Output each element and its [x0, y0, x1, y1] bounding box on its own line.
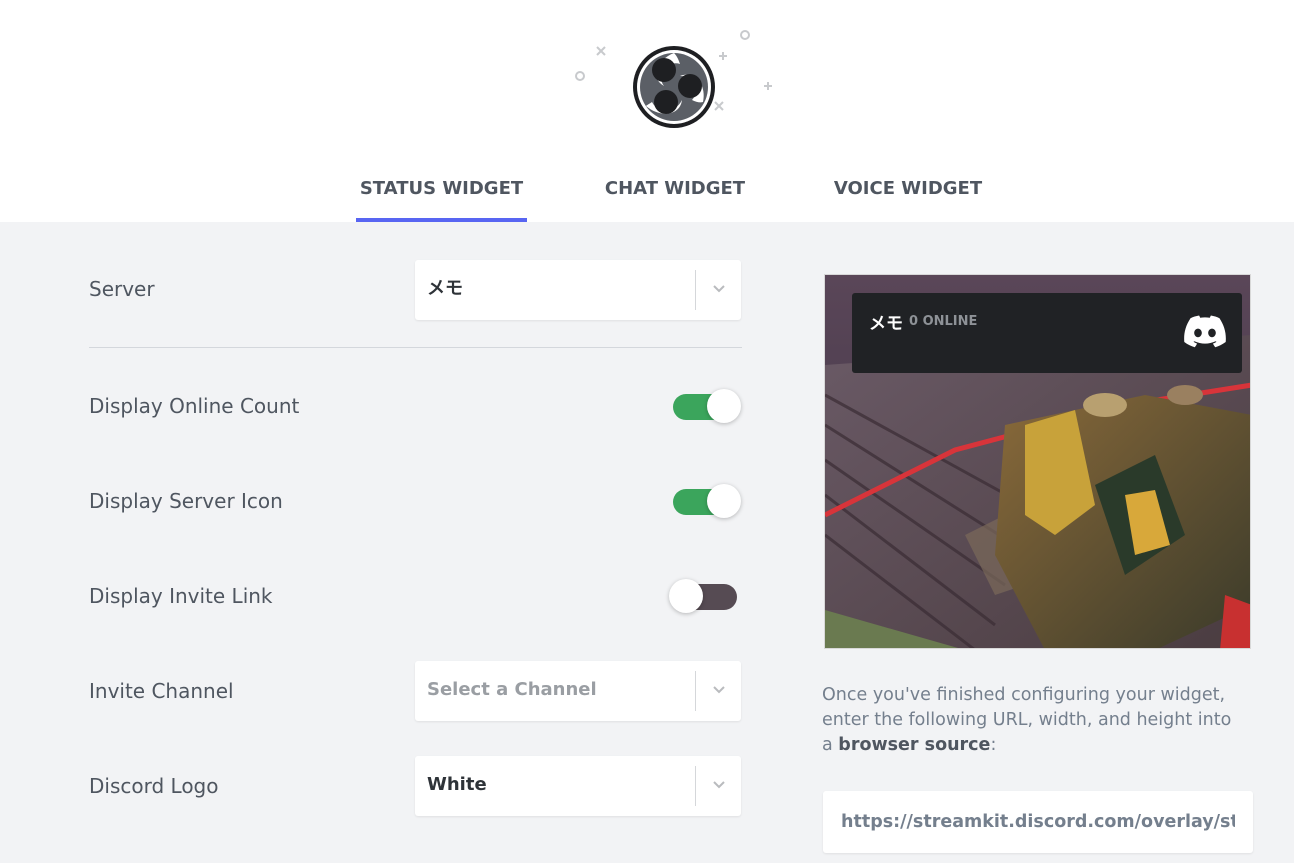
- overlay-online-count: 0 ONLINE: [909, 314, 978, 329]
- overlay-url-input[interactable]: [823, 791, 1253, 853]
- server-select[interactable]: メモ: [415, 260, 741, 320]
- chevron-down-icon: [713, 285, 725, 293]
- widget-tabs: STATUS WIDGET CHAT WIDGET VOICE WIDGET: [0, 170, 1294, 222]
- chevron-down-icon: [713, 686, 725, 694]
- select-separator: [695, 766, 696, 806]
- url-field-container: [823, 791, 1253, 853]
- header: STATUS WIDGET CHAT WIDGET VOICE WIDGET: [0, 0, 1294, 222]
- toggle-knob: [669, 579, 703, 613]
- select-separator: [695, 270, 696, 310]
- online-count-label: Display Online Count: [89, 394, 300, 418]
- status-overlay-bar: メモ 0 ONLINE: [852, 293, 1242, 373]
- server-icon-toggle[interactable]: [673, 484, 741, 518]
- invite-channel-select[interactable]: Select a Channel: [415, 661, 741, 721]
- discord-logo-label: Discord Logo: [89, 774, 219, 798]
- instructions-colon: :: [990, 735, 997, 755]
- invite-link-toggle[interactable]: [669, 579, 737, 613]
- discord-logo-select[interactable]: White: [415, 756, 741, 816]
- divider: [89, 347, 742, 348]
- toggle-knob: [707, 484, 741, 518]
- overlay-server-name: メモ: [869, 314, 903, 334]
- discord-logo-value: White: [427, 774, 487, 795]
- tab-voice-widget[interactable]: VOICE WIDGET: [824, 170, 992, 222]
- online-count-toggle[interactable]: [673, 389, 741, 423]
- obs-logo-icon: [575, 30, 772, 128]
- invite-link-label: Display Invite Link: [89, 584, 273, 608]
- server-select-value: メモ: [427, 278, 463, 299]
- widget-preview: メモ 0 ONLINE: [824, 274, 1251, 649]
- browser-source-emphasis: browser source: [838, 735, 991, 755]
- invite-channel-label: Invite Channel: [89, 679, 234, 703]
- discord-icon: [1184, 315, 1226, 348]
- tab-chat-widget[interactable]: CHAT WIDGET: [590, 170, 760, 222]
- setup-instructions: Once you've finished configuring your wi…: [822, 683, 1242, 758]
- server-label: Server: [89, 277, 155, 301]
- logo-area: [560, 20, 790, 140]
- tab-status-widget[interactable]: STATUS WIDGET: [356, 170, 527, 222]
- chevron-down-icon: [713, 781, 725, 789]
- select-separator: [695, 671, 696, 711]
- invite-channel-placeholder: Select a Channel: [427, 679, 597, 700]
- server-icon-label: Display Server Icon: [89, 489, 283, 513]
- toggle-knob: [707, 389, 741, 423]
